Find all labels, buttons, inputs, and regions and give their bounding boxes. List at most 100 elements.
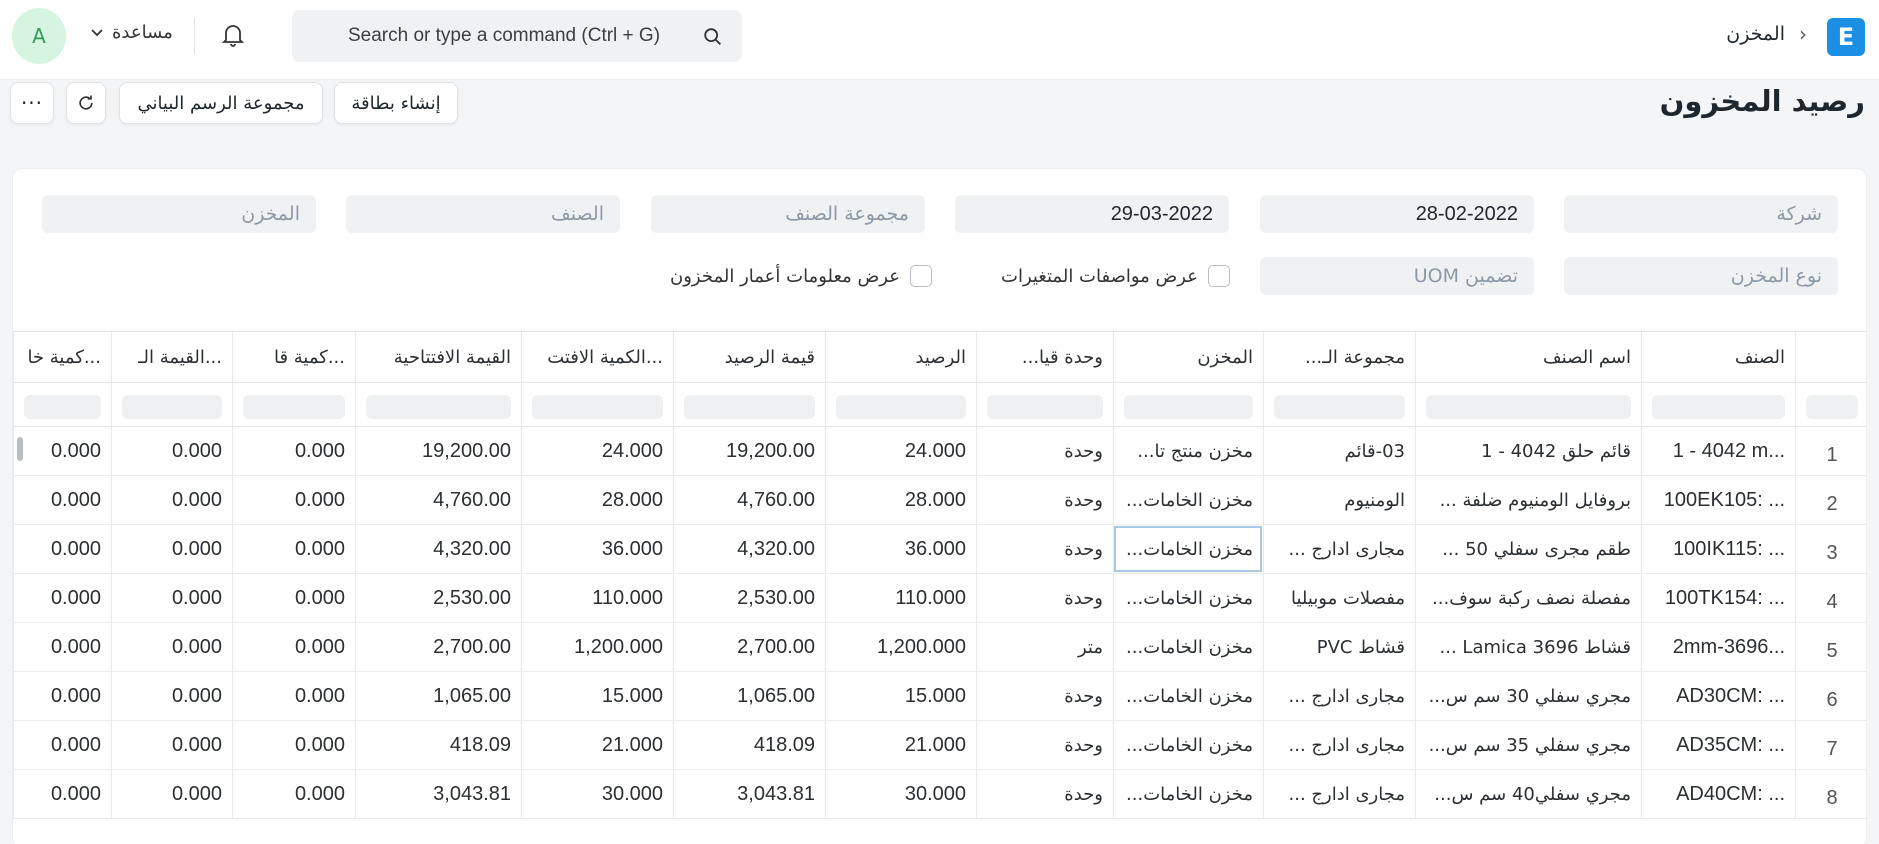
to-date-filter[interactable]: 29-03-2022	[955, 195, 1229, 233]
cell-uom[interactable]: وحدة	[976, 525, 1113, 573]
cell-in-value[interactable]: 0.000	[111, 623, 232, 671]
cell-in-value[interactable]: 0.000	[111, 721, 232, 769]
cell-out-qty[interactable]: 0.000	[13, 672, 111, 720]
cell-item-code[interactable]: 100EK105: ...	[1641, 476, 1795, 524]
cell-in-value[interactable]: 0.000	[111, 476, 232, 524]
cell-item-code[interactable]: 1 - 4042 m...	[1641, 427, 1795, 475]
column-header-item-group[interactable]: مجموعة الـ...	[1263, 332, 1415, 382]
cell-warehouse[interactable]: مخزن الخامات...	[1113, 525, 1263, 573]
cell-row-index[interactable]: 5	[1795, 623, 1866, 671]
cell-opening-value[interactable]: 19,200.00	[355, 427, 521, 475]
column-header-warehouse[interactable]: المخزن	[1113, 332, 1263, 382]
cell-in-value[interactable]: 0.000	[111, 770, 232, 818]
company-filter[interactable]: شركة	[1564, 195, 1838, 233]
cell-out-qty[interactable]: 0.000	[13, 476, 111, 524]
search-input[interactable]: Search or type a command (Ctrl + G)	[348, 25, 660, 47]
cell-warehouse[interactable]: مخزن منتج تا...	[1113, 427, 1263, 475]
cell-uom[interactable]: متر	[976, 623, 1113, 671]
column-filter-input[interactable]	[1426, 395, 1631, 419]
column-header-uom[interactable]: وحدة قيا...	[976, 332, 1113, 382]
cell-item-group[interactable]: مجارى ادارج ...	[1263, 770, 1415, 818]
cell-opening-qty[interactable]: 15.000	[521, 672, 673, 720]
cell-out-qty[interactable]: 0.000	[13, 623, 111, 671]
item-filter[interactable]: الصنف	[346, 195, 620, 233]
cell-opening-value[interactable]: 2,700.00	[355, 623, 521, 671]
cell-in-value[interactable]: 0.000	[111, 672, 232, 720]
cell-opening-value[interactable]: 3,043.81	[355, 770, 521, 818]
cell-uom[interactable]: وحدة	[976, 574, 1113, 622]
cell-item-name[interactable]: قشاط Lamica 3696 ...	[1415, 623, 1641, 671]
cell-item-name[interactable]: طقم مجرى سفلي 50 ...	[1415, 525, 1641, 573]
cell-in-value[interactable]: 0.000	[111, 574, 232, 622]
cell-in-qty[interactable]: 0.000	[232, 427, 355, 475]
cell-opening-value[interactable]: 2,530.00	[355, 574, 521, 622]
chart-group-button[interactable]: مجموعة الرسم البياني	[119, 82, 323, 124]
cell-balance-value[interactable]: 4,760.00	[673, 476, 825, 524]
cell-item-group[interactable]: مجارى ادارج ...	[1263, 721, 1415, 769]
column-filter-input[interactable]	[1652, 395, 1785, 419]
cell-row-index[interactable]: 2	[1795, 476, 1866, 524]
cell-balance-value[interactable]: 19,200.00	[673, 427, 825, 475]
cell-opening-qty[interactable]: 36.000	[521, 525, 673, 573]
include-uom-filter[interactable]: تضمين UOM	[1260, 257, 1534, 295]
cell-out-qty[interactable]: 0.000	[13, 427, 111, 475]
cell-balance-qty[interactable]: 30.000	[825, 770, 976, 818]
cell-item-code[interactable]: 100IK115: ...	[1641, 525, 1795, 573]
table-row[interactable]: 3 100IK115: ... طقم مجرى سفلي 50 ... مجارى …	[13, 525, 1866, 574]
warehouse-filter[interactable]: المخزن	[42, 195, 316, 233]
column-filter-input[interactable]	[1274, 395, 1405, 419]
column-filter-input[interactable]	[243, 395, 345, 419]
cell-balance-qty[interactable]: 36.000	[825, 525, 976, 573]
column-filter-input[interactable]	[987, 395, 1103, 419]
cell-item-code[interactable]: 2mm-3696...	[1641, 623, 1795, 671]
column-filter-input[interactable]	[366, 395, 511, 419]
cell-balance-value[interactable]: 4,320.00	[673, 525, 825, 573]
cell-balance-qty[interactable]: 1,200.000	[825, 623, 976, 671]
help-dropdown[interactable]: مساعدة	[90, 22, 173, 43]
cell-balance-value[interactable]: 418.09	[673, 721, 825, 769]
cell-item-name[interactable]: مفصلة نصف ركبة سوف...	[1415, 574, 1641, 622]
table-row[interactable]: 11 - 4042 m... قائم حلق 4042 - 1 03-قائم مخ…	[13, 427, 1866, 476]
create-card-button[interactable]: إنشاء بطاقة	[334, 82, 458, 124]
table-row[interactable]: 7 AD35CM: ... مجري سفلي 35 سم س... مجارى اد…	[13, 721, 1866, 770]
column-header-item-code[interactable]: الصنف	[1641, 332, 1795, 382]
cell-balance-qty[interactable]: 28.000	[825, 476, 976, 524]
table-row[interactable]: 8 AD40CM: ... مجري سفلي40 سم س... مجارى ادا…	[13, 770, 1866, 819]
cell-opening-qty[interactable]: 28.000	[521, 476, 673, 524]
cell-row-index[interactable]: 4	[1795, 574, 1866, 622]
cell-item-name[interactable]: مجري سفلي 30 سم س...	[1415, 672, 1641, 720]
table-row[interactable]: 4 100TK154: ... مفصلة نصف ركبة سوف... مفصلا…	[13, 574, 1866, 623]
cell-item-name[interactable]: مجري سفلي 35 سم س...	[1415, 721, 1641, 769]
column-filter-input[interactable]	[1124, 395, 1253, 419]
column-header-item-name[interactable]: اسم الصنف	[1415, 332, 1641, 382]
cell-item-code[interactable]: AD35CM: ...	[1641, 721, 1795, 769]
cell-in-qty[interactable]: 0.000	[232, 574, 355, 622]
cell-item-group[interactable]: مجارى ادارج ...	[1263, 525, 1415, 573]
cell-row-index[interactable]: 3	[1795, 525, 1866, 573]
cell-balance-value[interactable]: 2,530.00	[673, 574, 825, 622]
cell-item-name[interactable]: مجري سفلي40 سم س...	[1415, 770, 1641, 818]
cell-in-qty[interactable]: 0.000	[232, 672, 355, 720]
table-row[interactable]: 6 AD30CM: ... مجري سفلي 30 سم س... مجارى اد…	[13, 672, 1866, 721]
cell-item-group[interactable]: 03-قائم	[1263, 427, 1415, 475]
cell-opening-qty[interactable]: 1,200.000	[521, 623, 673, 671]
column-header-balance-qty[interactable]: الرصيد	[825, 332, 976, 382]
cell-warehouse[interactable]: مخزن الخامات...	[1113, 623, 1263, 671]
table-row[interactable]: 5 2mm-3696... قشاط Lamica 3696 ... قشاط PVC…	[13, 623, 1866, 672]
cell-balance-value[interactable]: 2,700.00	[673, 623, 825, 671]
cell-in-value[interactable]: 0.000	[111, 427, 232, 475]
cell-item-name[interactable]: بروفايل الومنيوم ضلفة ...	[1415, 476, 1641, 524]
cell-uom[interactable]: وحدة	[976, 427, 1113, 475]
cell-balance-qty[interactable]: 21.000	[825, 721, 976, 769]
cell-item-group[interactable]: الومنيوم	[1263, 476, 1415, 524]
cell-row-index[interactable]: 7	[1795, 721, 1866, 769]
cell-opening-value[interactable]: 4,760.00	[355, 476, 521, 524]
cell-in-qty[interactable]: 0.000	[232, 476, 355, 524]
cell-item-group[interactable]: مجارى ادارج ...	[1263, 672, 1415, 720]
cell-uom[interactable]: وحدة	[976, 721, 1113, 769]
cell-opening-value[interactable]: 418.09	[355, 721, 521, 769]
cell-warehouse[interactable]: مخزن الخامات...	[1113, 476, 1263, 524]
column-header-balance-value[interactable]: قيمة الرصيد	[673, 332, 825, 382]
checkbox-box[interactable]	[909, 265, 932, 287]
cell-balance-value[interactable]: 1,065.00	[673, 672, 825, 720]
